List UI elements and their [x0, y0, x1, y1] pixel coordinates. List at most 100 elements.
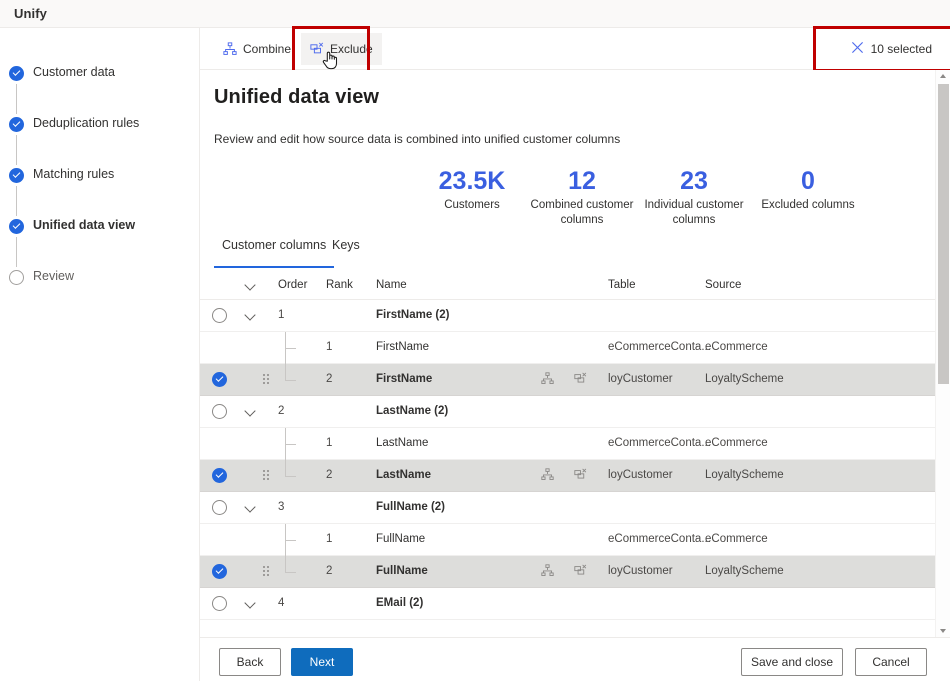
combine-button[interactable]: Combine — [214, 33, 300, 65]
table-row[interactable]: 1 LastName eCommerceConta... eCommerce — [200, 428, 935, 460]
tab-keys[interactable]: Keys — [324, 235, 368, 265]
page-subtitle: Review and edit how source data is combi… — [214, 132, 621, 146]
table-row[interactable]: 2 FirstName loyCustomer LoyaltyScheme — [200, 364, 935, 396]
sidebar-item-deduplication-rules[interactable]: Deduplication rules — [0, 115, 200, 137]
step-label: Matching rules — [33, 167, 115, 181]
summary-stats: 23.5K Customers 12 Combined customer column… — [200, 165, 950, 235]
cell-name: FullName — [376, 533, 426, 545]
unify-wizard-window: Unify Customer data Deduplication rules Ma… — [0, 0, 950, 681]
cell-name: FullName (2) — [376, 501, 446, 513]
content-pane: Unified data view Review and edit how so… — [200, 70, 950, 637]
row-exclude-icon[interactable] — [574, 468, 587, 486]
row-combine-icon[interactable] — [541, 468, 554, 486]
column-header-order[interactable]: Order — [278, 279, 307, 291]
sidebar-item-unified-data-view[interactable]: Unified data view — [0, 217, 200, 239]
row-drag-handle-icon[interactable] — [263, 374, 271, 386]
step-status-icon — [9, 168, 24, 183]
table-row[interactable]: 2 LastName (2) — [200, 396, 935, 428]
wizard-step-rail: Customer data Deduplication rules Matching… — [0, 28, 200, 681]
table-row[interactable]: 2 FullName loyCustomer LoyaltyScheme — [200, 556, 935, 588]
row-select-checkbox[interactable] — [212, 372, 227, 387]
selection-count-button[interactable]: 10 selected — [845, 33, 938, 65]
stat-value: 12 — [568, 167, 596, 195]
scroll-up-arrow-icon[interactable] — [936, 70, 950, 82]
stat-card: 0 Excluded columns — [748, 165, 868, 213]
expand-all-chevron-icon[interactable] — [246, 281, 256, 291]
row-expand-chevron-icon[interactable] — [246, 503, 256, 513]
cell-name: LastName — [376, 469, 431, 481]
row-select-checkbox[interactable] — [212, 468, 227, 483]
tree-connector — [285, 428, 303, 460]
row-select-checkbox[interactable] — [212, 404, 227, 419]
app-title: Unify — [14, 6, 47, 21]
step-label: Customer data — [33, 65, 115, 79]
cancel-button[interactable]: Cancel — [855, 648, 927, 676]
sidebar-item-matching-rules[interactable]: Matching rules — [0, 166, 200, 188]
cell-rank: 1 — [326, 533, 333, 545]
cell-table: loyCustomer — [608, 373, 673, 385]
stat-card: 12 Combined customer columns — [522, 165, 642, 228]
grid-header-row: Order Rank Name Table Source — [200, 272, 935, 300]
table-row[interactable]: 1 FirstName (2) — [200, 300, 935, 332]
row-drag-handle-icon[interactable] — [263, 470, 271, 482]
row-expand-chevron-icon[interactable] — [246, 407, 256, 417]
tree-connector — [285, 332, 303, 364]
save-and-close-button[interactable]: Save and close — [741, 648, 843, 676]
row-expand-chevron-icon[interactable] — [246, 311, 256, 321]
tree-connector — [285, 524, 303, 556]
table-row[interactable]: 3 FullName (2) — [200, 492, 935, 524]
cell-name: FirstName — [376, 341, 430, 353]
row-combine-icon[interactable] — [541, 372, 554, 390]
cell-source: eCommerce — [705, 437, 768, 449]
column-header-name[interactable]: Name — [376, 279, 407, 291]
stat-caption: Combined customer columns — [530, 199, 634, 226]
vertical-scrollbar[interactable] — [935, 70, 950, 637]
exclude-label: Exclude — [330, 42, 373, 56]
column-header-rank[interactable]: Rank — [326, 279, 353, 291]
wizard-footer: Back Next Save and close Cancel — [200, 637, 950, 681]
scrollbar-thumb[interactable] — [938, 84, 949, 384]
row-select-checkbox[interactable] — [212, 596, 227, 611]
row-exclude-icon[interactable] — [574, 372, 587, 390]
cell-source: LoyaltyScheme — [705, 469, 784, 481]
cell-table: eCommerceConta... — [608, 533, 711, 545]
row-select-checkbox[interactable] — [212, 500, 227, 515]
stat-caption: Individual customer columns — [644, 199, 744, 226]
table-row[interactable]: 1 FullName eCommerceConta... eCommerce — [200, 524, 935, 556]
sidebar-item-review[interactable]: Review — [0, 268, 200, 290]
exclude-button[interactable]: Exclude — [301, 33, 382, 65]
step-connector — [16, 135, 17, 165]
cell-rank: 2 — [326, 469, 333, 481]
step-status-icon — [9, 66, 24, 81]
stat-card: 23 Individual customer columns — [634, 165, 754, 228]
cell-name: FullName — [376, 565, 428, 577]
tab-customer-columns[interactable]: Customer columns — [214, 235, 335, 268]
row-select-checkbox[interactable] — [212, 564, 227, 579]
row-combine-icon[interactable] — [541, 564, 554, 582]
sidebar-item-customer-data[interactable]: Customer data — [0, 64, 200, 86]
cell-table: eCommerceConta... — [608, 437, 711, 449]
step-label: Deduplication rules — [33, 116, 140, 130]
table-row[interactable]: 4 EMail (2) — [200, 588, 935, 620]
cell-source: eCommerce — [705, 341, 768, 353]
column-header-table[interactable]: Table — [608, 279, 636, 291]
table-row[interactable]: 2 LastName loyCustomer LoyaltyScheme — [200, 460, 935, 492]
stat-caption: Customers — [444, 199, 500, 211]
table-row[interactable]: 1 FirstName eCommerceConta... eCommerce — [200, 332, 935, 364]
tree-connector — [285, 460, 303, 492]
row-exclude-icon[interactable] — [574, 564, 587, 582]
column-header-source[interactable]: Source — [705, 279, 741, 291]
scroll-down-arrow-icon[interactable] — [936, 625, 950, 637]
step-connector — [16, 84, 17, 114]
tree-connector — [285, 556, 303, 588]
cell-rank: 2 — [326, 373, 333, 385]
cell-source: eCommerce — [705, 533, 768, 545]
next-button[interactable]: Next — [291, 648, 353, 676]
cell-rank: 2 — [326, 565, 333, 577]
row-select-checkbox[interactable] — [212, 308, 227, 323]
exclude-icon — [310, 42, 324, 56]
row-drag-handle-icon[interactable] — [263, 566, 271, 578]
back-button[interactable]: Back — [219, 648, 281, 676]
row-expand-chevron-icon[interactable] — [246, 599, 256, 609]
title-bar: Unify — [0, 0, 950, 28]
